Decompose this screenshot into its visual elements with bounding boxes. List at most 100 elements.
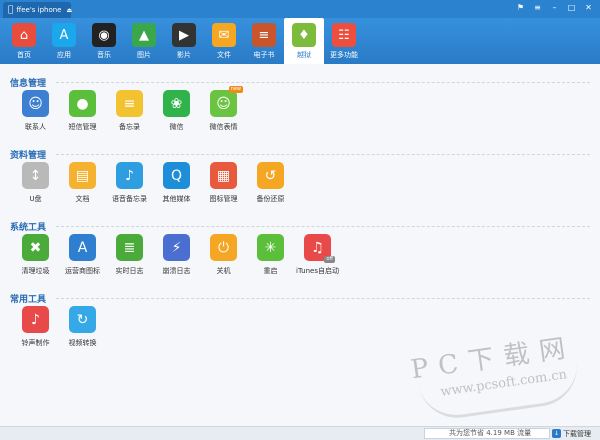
tool-item-label: iTunes自启动 [296, 267, 339, 275]
restart-icon: ✳ [257, 234, 284, 261]
toolbar-item-label: 影片 [177, 51, 191, 59]
tool-item[interactable]: ✖ 清理垃圾 [12, 234, 59, 276]
tool-item[interactable]: ⏻ 关机 [200, 234, 247, 276]
tool-item-label: 清理垃圾 [21, 267, 50, 275]
section-divider [56, 154, 590, 155]
icon-glyph: ♪ [125, 167, 134, 184]
toolbar-item-apps[interactable]: A 应用 [44, 18, 84, 64]
eject-icon[interactable]: ⏏ [67, 7, 73, 14]
antenna-icon: A [69, 234, 96, 261]
toolbar-item-label: 电子书 [253, 51, 275, 59]
title-bar:  ffee's iphone ⏏ ⚑≡–□✕ [0, 0, 600, 18]
film-icon: ▶ [172, 23, 196, 47]
tool-item[interactable]: ✳ 重启 [247, 234, 294, 276]
icon-glyph: ↕ [29, 167, 42, 184]
section-title: 常用工具 [10, 295, 47, 305]
tool-item[interactable]: ▦ 图标管理 [200, 162, 247, 204]
toolbar-item-music[interactable]: ◉ 音乐 [84, 18, 124, 64]
toolbar-item-photos[interactable]: ▲ 图片 [124, 18, 164, 64]
section-items: ♪ 铃声制作 ↻ 视频转换 [12, 306, 106, 348]
wechat-icon: ❀ [163, 90, 190, 117]
skin-icon[interactable]: ⚑ [513, 2, 528, 14]
window-controls: ⚑ ≡ – □ ✕ [513, 2, 596, 14]
tool-item[interactable]: ☺ 联系人 [12, 90, 59, 132]
microphone-icon: ♪ [116, 162, 143, 189]
icon-manage-icon: ▦ [210, 162, 237, 189]
tool-item-label: 铃声制作 [21, 339, 50, 347]
sms-icon: ● [69, 90, 96, 117]
section-divider [56, 82, 590, 83]
tool-item[interactable]: ↕ U盘 [12, 162, 59, 204]
icon-glyph: ❀ [170, 95, 183, 112]
toolbar-item-label: 音乐 [97, 51, 111, 59]
icon-glyph: ↻ [76, 311, 89, 328]
toolbar-item-home[interactable]: ⌂ 首页 [4, 18, 44, 64]
download-manager-label: 下载管理 [563, 429, 591, 438]
tool-item-label: 视频转换 [68, 339, 97, 347]
toolbar-item-videos[interactable]: ▶ 影片 [164, 18, 204, 64]
toolbar-item-more[interactable]: ☷ 更多功能 [324, 18, 364, 64]
tool-item[interactable]: ☺ new 微信表情 [200, 86, 247, 132]
quicktime-icon: Q [163, 162, 190, 189]
tool-item-label: 文档 [75, 195, 90, 203]
icon-glyph: ⚡ [171, 239, 182, 256]
itunes-icon: ♫ off [304, 234, 335, 263]
usb-drive-icon: ↕ [22, 162, 49, 189]
icon-glyph: ✳ [264, 239, 277, 256]
contacts-icon: ☺ [22, 90, 49, 117]
tool-item[interactable]: ⚡ 崩溃日志 [153, 234, 200, 276]
icon-glyph: A [77, 239, 88, 256]
tool-item-label: U盘 [29, 195, 42, 203]
tool-item[interactable]: ♪ 语音备忘录 [106, 162, 153, 204]
icon-glyph: ☺ [28, 95, 43, 112]
off-badge: off [324, 256, 335, 263]
close-icon[interactable]: ✕ [581, 2, 596, 14]
crash-log-icon: ⚡ [163, 234, 190, 261]
tool-item[interactable]: ↻ 视频转换 [59, 306, 106, 348]
apple-icon:  [8, 5, 13, 15]
icon-glyph: ▦ [216, 167, 231, 184]
maximize-icon[interactable]: □ [564, 2, 579, 14]
section-items: ☺ 联系人 ● 短信管理 ≡ 备忘录 ❀ 微信 ☺ new 微信表情 [12, 86, 247, 132]
toolbar-item-ebooks[interactable]: ≡ 电子书 [244, 18, 284, 64]
pineapple-icon: ♦ [292, 23, 316, 47]
toolbar-item-label: 更多功能 [330, 51, 358, 59]
device-tab[interactable]:  ffee's iphone ⏏ [3, 2, 73, 18]
toolbar-item-jailbreak[interactable]: ♦ 越狱 [284, 18, 324, 64]
section-items: ✖ 清理垃圾 A 运营商图标 ≣ 实时日志 ⚡ 崩溃日志 ⏻ 关机 ✳ 重启 ♫ off iTunes自启动 [12, 234, 341, 276]
tool-item-label: 备忘录 [119, 123, 140, 131]
tool-item-label: 联系人 [25, 123, 46, 131]
video-convert-icon: ↻ [69, 306, 96, 333]
icon-glyph: ● [76, 95, 89, 112]
tool-item-label: 语音备忘录 [112, 195, 147, 203]
toolbar-item-files[interactable]: ✉ 文件 [204, 18, 244, 64]
log-icon: ≣ [116, 234, 143, 261]
tool-item[interactable]: ♪ 铃声制作 [12, 306, 59, 348]
tool-item[interactable]: ❀ 微信 [153, 90, 200, 132]
tool-item-label: 重启 [263, 267, 278, 275]
main-toolbar: ⌂ 首页 A 应用 ◉ 音乐 ▲ 图片 ▶ 影片 ✉ 文件 ≡ 电子书 ♦ 越狱 ☷ 更多功能 [0, 18, 600, 64]
power-icon: ⏻ [210, 234, 237, 261]
folder-icon: ✉ [212, 23, 236, 47]
tool-item[interactable]: Q 其他媒体 [153, 162, 200, 204]
icon-glyph: ↺ [264, 167, 277, 184]
menu-icon[interactable]: ≡ [530, 2, 545, 14]
download-icon: ↓ [552, 429, 561, 438]
tool-item[interactable]: ▤ 文档 [59, 162, 106, 204]
tool-item-label: 关机 [216, 267, 231, 275]
status-bar: 共为您节省 4.19 MB 流量 ↓ 下载管理 [0, 426, 600, 440]
tool-item[interactable]: ≣ 实时日志 [106, 234, 153, 276]
minimize-icon[interactable]: – [547, 2, 562, 14]
tool-item[interactable]: A 运营商图标 [59, 234, 106, 276]
tool-item-label: 微信表情 [209, 123, 238, 131]
tool-item-label: 运营商图标 [65, 267, 100, 275]
download-manager-button[interactable]: ↓ 下载管理 [552, 428, 591, 439]
icon-glyph: Q [170, 167, 183, 184]
tool-item[interactable]: ● 短信管理 [59, 90, 106, 132]
tool-item[interactable]: ≡ 备忘录 [106, 90, 153, 132]
icon-glyph: ≣ [123, 239, 136, 256]
tool-item[interactable]: ♫ off iTunes自启动 [294, 234, 341, 276]
section-divider [56, 298, 590, 299]
tool-item-label: 其他媒体 [162, 195, 191, 203]
tool-item[interactable]: ↺ 备份还原 [247, 162, 294, 204]
